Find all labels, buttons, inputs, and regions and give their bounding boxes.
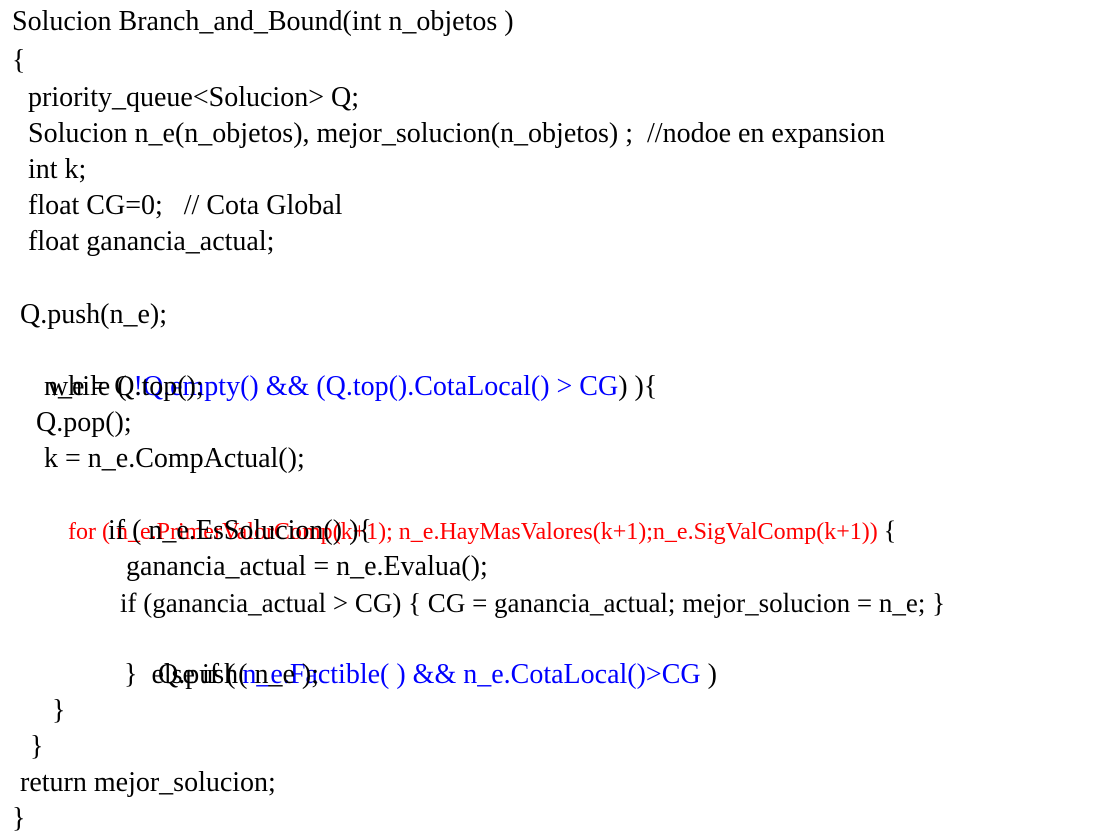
code-line-update-best: if (ganancia_actual > CG) { CG = gananci… [120,588,946,618]
code-line-signature: Solucion Branch_and_Bound(int n_objetos … [12,6,514,37]
code-line-else-if: } else if ( n_e.Factible( ) && n_e.CotaL… [96,621,717,690]
code-line-decl-cg: float CG=0; // Cota Global [28,190,343,221]
code-line-close-for: } [52,695,66,726]
code-line-decl-ganancia: float ganancia_actual; [28,226,275,257]
code-line-decl-queue: priority_queue<Solucion> Q; [28,82,359,113]
code-line-close-while: } [30,731,44,762]
while-end: ) ){ [618,371,658,402]
code-line-while: while ( !Q.empty() && (Q.top().CotaLocal… [20,333,657,402]
code-line-push-initial: Q.push(n_e); [20,299,167,330]
code-line-assign-top: n_e = Q.top(); [44,371,204,402]
code-line-open-brace: { [12,45,26,76]
code-line-assign-k: k = n_e.CompActual(); [44,443,305,474]
code-block: Solucion Branch_and_Bound(int n_objetos … [0,0,1113,838]
code-line-evaluate: ganancia_actual = n_e.Evalua(); [126,551,488,582]
code-line-close-brace: } [12,803,26,834]
code-line-for: for ( n_e.PrimerValorComp(k+1); n_e.HayM… [44,477,896,545]
code-line-return: return mejor_solucion; [20,767,276,798]
code-line-decl-solutions: Solucion n_e(n_objetos), mejor_solucion(… [28,118,885,149]
for-brace: { [883,516,897,545]
code-line-if-solution: if ( n_e.EsSolucion() ){ [108,515,372,546]
code-line-decl-k: int k; [28,154,87,185]
while-condition: !Q.empty() && (Q.top().CotaLocal() > CG [133,371,619,402]
code-line-pop: Q.pop(); [36,407,132,438]
code-line-push-node: Q.push( n_e ); [158,659,319,690]
else-if-end: ) [700,659,717,690]
